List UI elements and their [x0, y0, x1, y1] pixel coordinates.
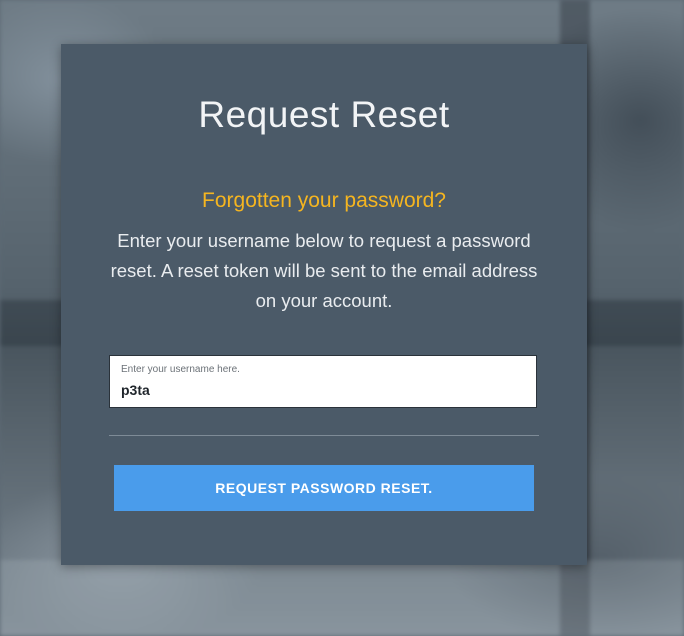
divider [109, 435, 539, 436]
reset-card: Request Reset Forgotten your password? E… [61, 44, 587, 565]
background-shape [0, 560, 684, 636]
request-password-reset-button[interactable]: REQUEST PASSWORD RESET. [114, 465, 534, 511]
username-field[interactable]: Enter your username here. [109, 355, 537, 408]
page-title: Request Reset [198, 94, 450, 135]
reset-instructions: Enter your username below to request a p… [110, 230, 538, 311]
username-input[interactable] [121, 382, 521, 398]
username-field-label: Enter your username here. [121, 364, 240, 375]
forgotten-password-heading: Forgotten your password? [202, 189, 446, 212]
